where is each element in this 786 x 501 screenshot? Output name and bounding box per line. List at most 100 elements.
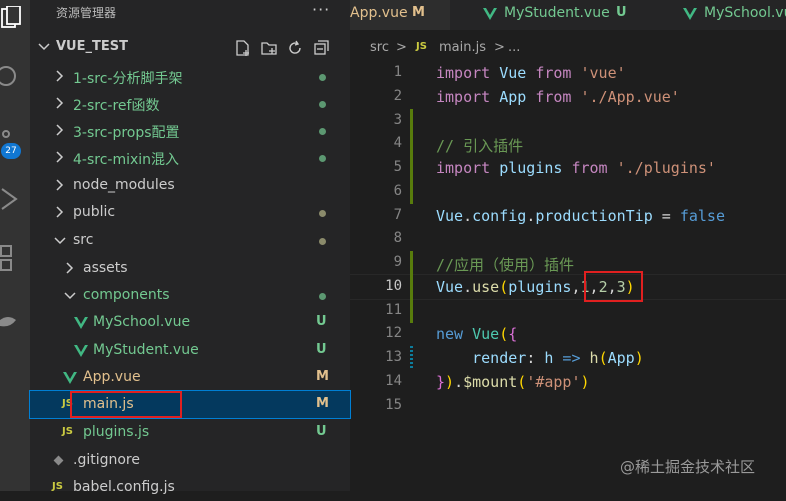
line-number: 15 [385, 397, 402, 413]
search-icon[interactable] [0, 64, 30, 90]
code-line[interactable]: 1 import Vue from 'vue' [350, 61, 786, 85]
code-line[interactable]: 2 import App from './App.vue' [350, 85, 786, 109]
line-number: 4 [393, 135, 402, 151]
tree-item-file[interactable]: App.vue M [30, 364, 350, 391]
tab-myschool-vue[interactable]: MySchool.vue [678, 0, 786, 30]
new-folder-icon[interactable] [260, 39, 278, 57]
line-number: 5 [393, 159, 402, 175]
code-line[interactable]: 3 [350, 109, 786, 133]
line-number: 2 [393, 88, 402, 104]
tree-item-folder[interactable]: src [30, 227, 350, 254]
code-line[interactable]: 7 Vue.config.productionTip = false [350, 204, 786, 228]
gutter-added [410, 180, 413, 204]
collapse-all-icon[interactable] [312, 39, 330, 57]
tree-item-folder[interactable]: public [30, 199, 350, 226]
tree-item-file[interactable]: JS plugins.js U [30, 419, 350, 446]
code-text: import Vue from 'vue' [436, 64, 626, 82]
editor-tabs: App.vue M MyStudent.vue U MySchool.vue [350, 0, 786, 30]
code-line[interactable]: 8 [350, 227, 786, 251]
line-number: 8 [393, 230, 402, 246]
vue-icon [74, 317, 88, 329]
tree-item-folder[interactable]: 3-src-props配置 [30, 117, 350, 144]
tab-app-vue[interactable]: App.vue M [350, 0, 450, 30]
code-text: }).$mount('#app') [436, 373, 590, 391]
source-control-badge: 27 [1, 143, 21, 159]
code-line[interactable]: 5 import plugins from './plugins' [350, 156, 786, 180]
tree-item-label: public [73, 204, 116, 220]
project-header[interactable]: VUE_TEST [30, 34, 350, 61]
tree-item-label: 4-src-mixin混入 [73, 152, 180, 168]
chevron-down-icon [38, 43, 50, 51]
tree-item-label: assets [83, 260, 128, 276]
code-line[interactable]: 12 new Vue({ [350, 322, 786, 346]
tree-item-folder[interactable]: assets [30, 255, 350, 282]
line-number: 13 [385, 349, 402, 365]
vue-icon [483, 8, 497, 20]
breadcrumb-more[interactable]: ... [508, 40, 520, 55]
tree-item-label: MySchool.vue [93, 314, 191, 330]
code-line-current[interactable]: 10 Vue.use(plugins,1,2,3) [350, 275, 786, 299]
code-line[interactable]: 15 [350, 394, 786, 418]
gutter-added [410, 156, 413, 180]
chevron-right-icon [56, 124, 64, 136]
code-line[interactable]: 9 //应用（使用）插件 [350, 251, 786, 275]
breadcrumb-folder[interactable]: src [370, 40, 389, 55]
git-status: U [316, 314, 327, 329]
tree-item-file[interactable]: MySchool.vue U [30, 309, 350, 336]
code-line[interactable]: 14 }).$mount('#app') [350, 370, 786, 394]
git-status: U [316, 424, 327, 439]
breadcrumb-file[interactable]: main.js [439, 40, 486, 55]
code-text: // 引入插件 [436, 137, 524, 155]
tree-item-folder[interactable]: components [30, 282, 350, 309]
tree-item-file[interactable]: .gitignore [30, 447, 350, 474]
new-file-icon[interactable] [234, 39, 252, 57]
tree-item-folder[interactable]: 4-src-mixin混入 [30, 144, 350, 171]
line-number: 10 [385, 278, 402, 294]
tree-item-label: .gitignore [73, 452, 140, 468]
gutter-added [410, 251, 413, 275]
highlight-box [70, 391, 182, 418]
git-status: U [316, 342, 327, 357]
code-line[interactable]: 13 render: h => h(App) [350, 346, 786, 370]
tree-item-folder[interactable]: 1-src-分析脚手架 [30, 63, 350, 90]
tree-item-folder[interactable]: 2-src-ref函数 [30, 90, 350, 117]
js-icon: JS [52, 481, 63, 492]
tree-item-label: 2-src-ref函数 [73, 98, 160, 114]
tab-mystudent-vue[interactable]: MyStudent.vue U [478, 0, 648, 30]
docker-icon[interactable] [0, 310, 30, 330]
tab-label: App.vue [350, 5, 408, 21]
vue-icon [74, 345, 88, 357]
highlight-box [584, 271, 643, 302]
tree-item-label: node_modules [73, 177, 175, 193]
tree-item-file[interactable]: JS babel.config.js [30, 474, 350, 501]
code-text: import plugins from './plugins' [436, 159, 716, 177]
code-text: render: h => h(App) [472, 349, 644, 367]
chevron-right-icon [56, 206, 64, 218]
untracked-dot [319, 101, 326, 108]
line-number: 11 [385, 302, 402, 318]
line-number: 9 [393, 254, 402, 270]
tree-item-label: plugins.js [83, 424, 150, 440]
tab-status: U [616, 5, 627, 20]
chevron-right-icon: > [396, 40, 407, 55]
tree-item-file[interactable]: MyStudent.vue U [30, 337, 350, 364]
untracked-dot [319, 155, 326, 162]
chevron-right-icon [56, 151, 64, 163]
more-actions-button[interactable]: ··· [312, 0, 330, 19]
extensions-icon[interactable] [0, 244, 30, 276]
activity-bar: 27 [0, 0, 30, 491]
modified-dot [319, 210, 326, 217]
run-debug-icon[interactable] [0, 186, 30, 212]
untracked-dot [319, 74, 326, 81]
tree-item-label: App.vue [83, 369, 141, 385]
untracked-dot [319, 293, 326, 300]
code-line[interactable]: 4 // 引入插件 [350, 132, 786, 156]
js-icon: JS [416, 41, 427, 52]
line-number: 6 [393, 183, 402, 199]
refresh-icon[interactable] [286, 39, 304, 57]
tree-item-folder[interactable]: node_modules [30, 172, 350, 199]
explorer-icon[interactable] [0, 6, 30, 32]
explorer-title: 资源管理器 [56, 6, 117, 20]
code-line[interactable]: 11 [350, 299, 786, 323]
code-line[interactable]: 6 [350, 180, 786, 204]
